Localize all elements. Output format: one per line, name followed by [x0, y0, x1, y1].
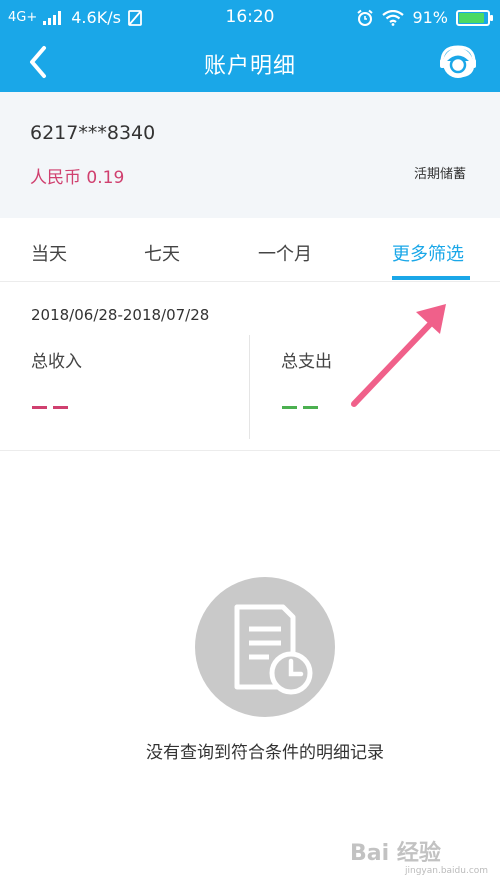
income-label: 总收入 — [31, 352, 82, 372]
expense-value-empty — [282, 406, 318, 410]
date-range: 2018/06/28-2018/07/28 — [31, 306, 210, 324]
tab-more-filters[interactable]: 更多筛选 — [392, 240, 464, 266]
watermark-logo: Bai 经验 — [350, 841, 441, 866]
account-card: 6217***8340 人民币 0.19 活期储蓄 — [0, 92, 500, 218]
document-clock-icon — [234, 604, 313, 695]
tab-one-month[interactable]: 一个月 — [258, 240, 312, 266]
alarm-icon — [357, 9, 374, 26]
battery-percent: 91% — [412, 8, 448, 27]
nav-bar: 账户明细 — [0, 34, 500, 92]
customer-service-button[interactable] — [438, 42, 478, 82]
annotation-arrow — [351, 304, 446, 407]
active-tab-indicator — [392, 276, 470, 280]
header: 4G+ 4.6K/s 16:20 91% 账户明细 — [0, 0, 500, 92]
empty-state-illustration — [195, 577, 335, 717]
tab-today[interactable]: 当天 — [31, 240, 67, 266]
account-balance: 人民币 0.19 — [30, 168, 125, 188]
filter-tabs: 当天 七天 一个月 更多筛选 — [0, 218, 500, 282]
wifi-icon — [382, 9, 405, 26]
income-value-empty — [32, 406, 68, 410]
expense-label: 总支出 — [281, 352, 332, 372]
watermark-url: jingyan.baidu.com — [405, 866, 489, 876]
account-type: 活期储蓄 — [413, 167, 466, 182]
tab-seven-days[interactable]: 七天 — [144, 240, 180, 266]
empty-state-message: 没有查询到符合条件的明细记录 — [146, 743, 384, 763]
customer-service-icon — [440, 45, 476, 78]
summary-divider — [249, 335, 250, 439]
account-number: 6217***8340 — [30, 122, 156, 144]
page-title: 账户明细 — [203, 54, 296, 79]
battery-icon — [456, 9, 493, 26]
status-bar: 4G+ 4.6K/s 16:20 91% — [0, 0, 500, 34]
